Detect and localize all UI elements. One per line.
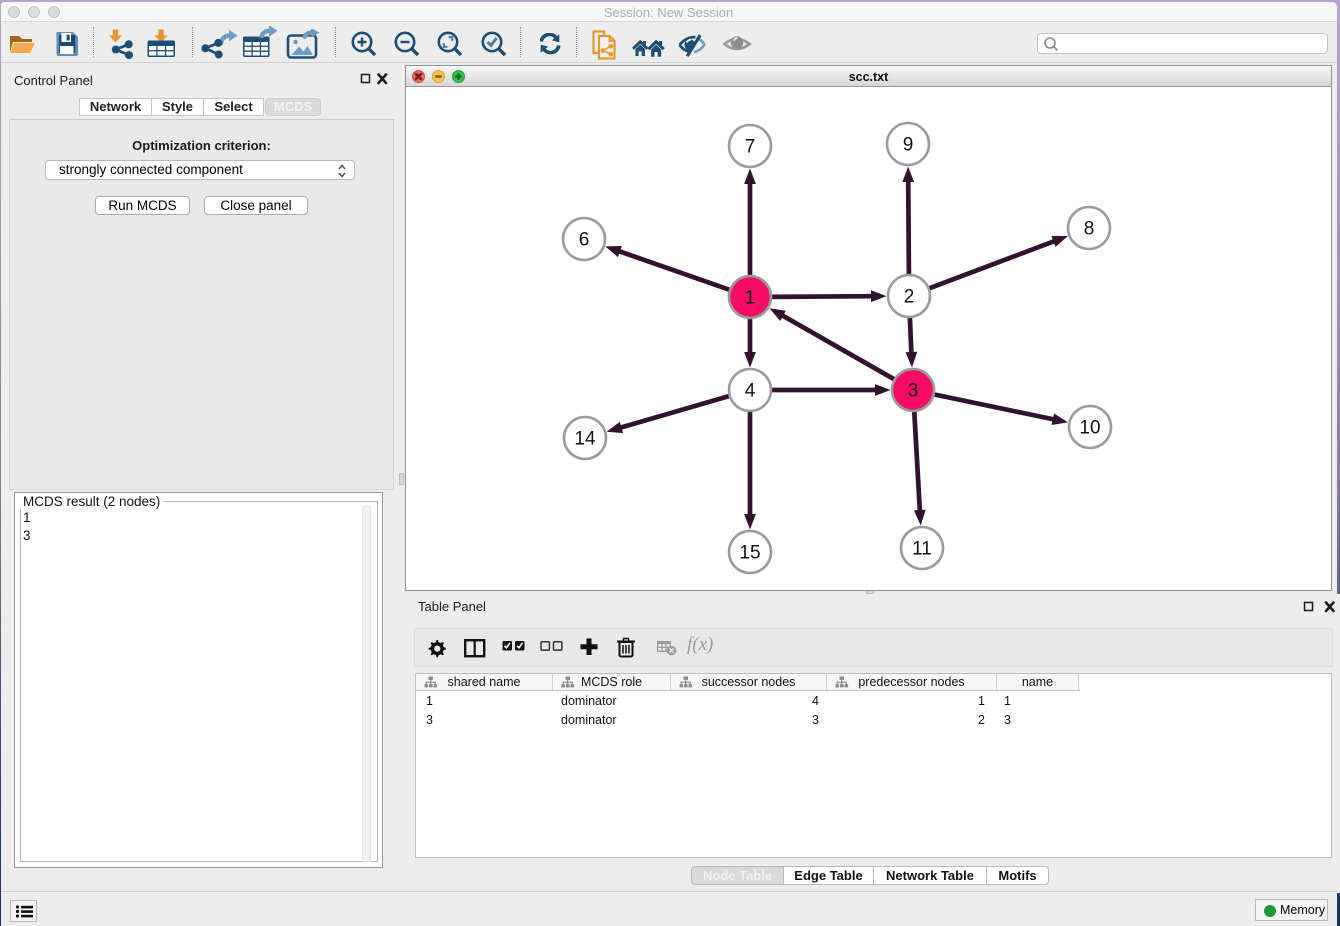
svg-text:14: 14 (574, 429, 596, 450)
svg-text:10: 10 (1079, 418, 1100, 439)
svg-text:11: 11 (912, 539, 932, 560)
svg-text:15: 15 (739, 543, 760, 564)
svg-text:6: 6 (579, 230, 590, 251)
svg-text:9: 9 (903, 135, 914, 156)
svg-text:7: 7 (745, 137, 756, 158)
svg-text:8: 8 (1084, 219, 1095, 240)
svg-text:3: 3 (908, 381, 919, 402)
svg-text:4: 4 (745, 381, 756, 402)
svg-text:1: 1 (745, 288, 756, 309)
svg-text:2: 2 (904, 287, 915, 308)
